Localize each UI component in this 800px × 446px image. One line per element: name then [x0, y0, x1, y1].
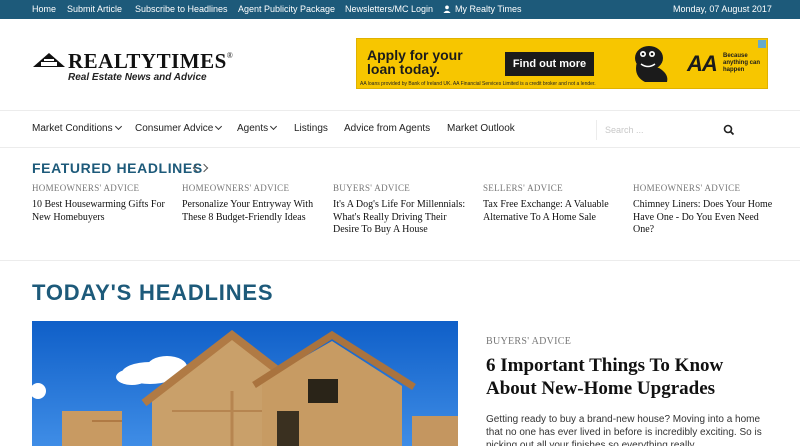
- site-logo[interactable]: REALTYTIMES® Real Estate News and Advice: [32, 49, 233, 89]
- topbar-link-newsletters-login[interactable]: Newsletters/MC Login: [345, 4, 433, 14]
- topbar-link-subscribe[interactable]: Subscribe to Headlines: [135, 4, 228, 14]
- featured-item: HOMEOWNERS' ADVICE Personalize Your Entr…: [182, 183, 322, 224]
- logo-brand: REALTYTIMES®: [68, 49, 234, 73]
- section-divider: [0, 260, 800, 261]
- main-nav: Market Conditions Consumer Advice Agents…: [0, 111, 800, 148]
- house-logo-icon: [33, 53, 65, 67]
- topbar-link-submit-article[interactable]: Submit Article: [67, 4, 122, 14]
- nav-advice-from-agents[interactable]: Advice from Agents: [344, 123, 430, 134]
- featured-headlines-title: FEATURED HEADLINES: [32, 160, 203, 176]
- nav-market-outlook[interactable]: Market Outlook: [447, 123, 515, 134]
- lead-story-title[interactable]: 6 Important Things To Know About New-Hom…: [486, 354, 776, 400]
- lead-story-image[interactable]: [32, 321, 458, 446]
- nav-listings[interactable]: Listings: [294, 123, 328, 134]
- topbar-link-publicity-package[interactable]: Agent Publicity Package: [238, 4, 335, 14]
- featured-headline-link[interactable]: It's A Dog's Life For Millennials: What'…: [333, 199, 473, 237]
- ad-fine-print: AA loans provided by Bank of Ireland UK.…: [360, 81, 596, 87]
- featured-item: HOMEOWNERS' ADVICE 10 Best Housewarming …: [32, 183, 172, 224]
- logo-tagline: Real Estate News and Advice: [68, 72, 207, 83]
- featured-item: SELLERS' ADVICE Tax Free Exchange: A Val…: [483, 183, 623, 224]
- featured-headline-link[interactable]: Personalize Your Entryway With These 8 B…: [182, 199, 322, 224]
- nav-consumer-advice[interactable]: Consumer Advice: [135, 122, 223, 134]
- featured-headline-link[interactable]: 10 Best Housewarming Gifts For New Homeb…: [32, 199, 172, 224]
- ad-brand-logo: AA: [687, 51, 718, 76]
- advertisement-banner[interactable]: Apply for your loan today. Find out more…: [356, 38, 768, 89]
- search-icon[interactable]: [722, 123, 736, 137]
- user-icon: [443, 5, 451, 13]
- site-header: REALTYTIMES® Real Estate News and Advice…: [0, 19, 800, 111]
- featured-item: HOMEOWNERS' ADVICE Chimney Liners: Does …: [633, 183, 773, 237]
- ad-find-out-more-button[interactable]: Find out more: [505, 52, 594, 76]
- topbar-my-realty-times[interactable]: My Realty Times: [443, 4, 522, 14]
- adchoices-icon[interactable]: [758, 40, 766, 48]
- topbar-link-home[interactable]: Home: [32, 4, 56, 14]
- featured-category[interactable]: HOMEOWNERS' ADVICE: [182, 183, 322, 193]
- lead-story-category[interactable]: BUYERS' ADVICE: [486, 336, 571, 347]
- house-construction-image: [32, 321, 458, 446]
- nav-agents[interactable]: Agents: [237, 122, 278, 134]
- chevron-down-icon: [270, 122, 278, 131]
- chevron-down-icon: [215, 122, 223, 131]
- search-box: [596, 120, 744, 140]
- lead-story-excerpt: Getting ready to buy a brand-new house? …: [486, 414, 762, 446]
- featured-category[interactable]: HOMEOWNERS' ADVICE: [633, 183, 773, 193]
- boot-mascot-icon: [635, 46, 668, 82]
- todays-headlines-title: TODAY'S HEADLINES: [32, 280, 274, 305]
- featured-item: BUYERS' ADVICE It's A Dog's Life For Mil…: [333, 183, 473, 237]
- search-input[interactable]: [605, 123, 715, 137]
- my-realty-times-label: My Realty Times: [455, 4, 522, 14]
- featured-headline-link[interactable]: Tax Free Exchange: A Valuable Alternativ…: [483, 199, 623, 224]
- chevron-down-icon: [114, 122, 122, 131]
- featured-category[interactable]: SELLERS' ADVICE: [483, 183, 623, 193]
- ad-headline: Apply for your loan today.: [367, 47, 463, 77]
- top-bar: Home Submit Article Subscribe to Headlin…: [0, 0, 800, 19]
- featured-category[interactable]: BUYERS' ADVICE: [333, 183, 473, 193]
- featured-headline-link[interactable]: Chimney Liners: Does Your Home Have One …: [633, 199, 773, 237]
- current-date: Monday, 07 August 2017: [673, 4, 772, 14]
- nav-market-conditions[interactable]: Market Conditions: [32, 122, 122, 134]
- featured-category[interactable]: HOMEOWNERS' ADVICE: [32, 183, 172, 193]
- ad-slogan: Because anything can happen: [723, 53, 761, 73]
